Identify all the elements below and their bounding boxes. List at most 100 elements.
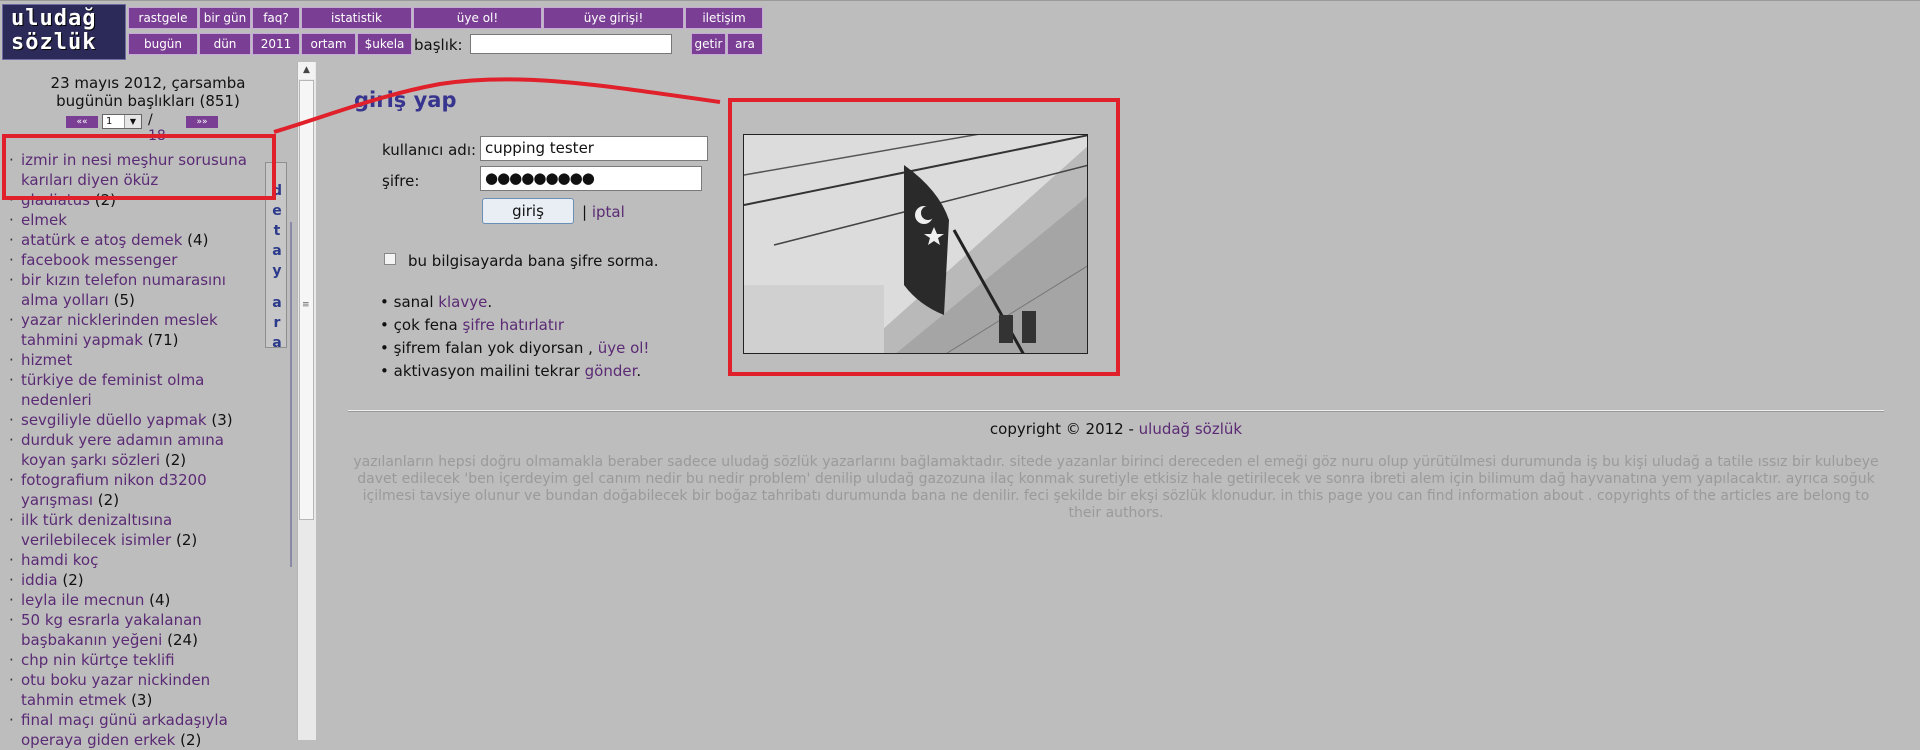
topic-list-item[interactable]: · fotografium nikon d3200 yarışması (2) [8, 470, 260, 510]
detay-letter: a [272, 243, 282, 259]
bullet-text: aktivasyon mailini tekrar [393, 362, 585, 380]
topic-count: (2) [180, 731, 202, 749]
topic-link[interactable]: chp nin kürtçe teklifi [21, 651, 175, 669]
bullet-text: çok fena [393, 316, 463, 334]
topic-link[interactable]: otu boku yazar nickinden tahmin etmek [21, 671, 210, 709]
bullet-icon: · [9, 551, 14, 569]
topic-list-item[interactable]: · yazar nicklerinden meslek tahmini yapma… [8, 310, 260, 350]
nav-faq[interactable]: faq? [252, 7, 300, 29]
topic-list-item[interactable]: · 50 kg esrarla yakalanan başbakanın yeğe… [8, 610, 260, 650]
password-input[interactable]: ●●●●●●●●● [480, 166, 702, 191]
topic-link[interactable]: facebook messenger [21, 251, 177, 269]
grip-icon: ≡ [302, 300, 310, 310]
username-input[interactable]: cupping tester [480, 136, 708, 161]
prev-page-button[interactable]: «« [66, 116, 98, 128]
topic-link[interactable]: türkiye de feminist olma nedenleri [21, 371, 204, 409]
topic-count: (3) [211, 411, 233, 429]
topic-list-item[interactable]: · final maçı günü arkadaşıyla operaya gid… [8, 710, 260, 750]
nav-ortam[interactable]: ortam [301, 33, 356, 55]
next-page-button[interactable]: »» [186, 116, 218, 128]
bullet-icon: · [9, 671, 14, 689]
ara-button[interactable]: ara [727, 33, 763, 55]
virtual-keyboard-link[interactable]: klavye [438, 293, 487, 311]
flag-photo-image [744, 135, 1087, 353]
ara-letter: r [273, 315, 281, 331]
topic-list-item[interactable]: · otu boku yazar nickinden tahmin etmek (… [8, 670, 260, 710]
topic-link[interactable]: yazar nicklerinden meslek tahmini yapmak [21, 311, 218, 349]
topic-link[interactable]: hizmet [21, 351, 72, 369]
bullet-icon: · [9, 271, 14, 289]
topic-list-item[interactable]: · hamdi koç [8, 550, 260, 570]
password-label: şifre: [382, 172, 420, 190]
bullet-icon: · [9, 151, 14, 169]
topic-link[interactable]: sevgiliyle düello yapmak [21, 411, 207, 429]
topic-list-item[interactable]: · iddia (2) [8, 570, 260, 590]
topic-link[interactable]: ilk türk denizaltısına verilebilecek isi… [21, 511, 172, 549]
bullet-icon: · [9, 191, 14, 209]
topic-list-item[interactable]: · durduk yere adamın amına koyan şarkı sö… [8, 430, 260, 470]
scroll-up-icon[interactable]: ▲ [298, 62, 315, 79]
page-of: / [148, 112, 153, 128]
topic-count: (2) [97, 491, 120, 509]
topic-link[interactable]: durduk yere adamın amına koyan şarkı söz… [21, 431, 224, 469]
topic-list: · izmir in nesi meşhur sorusuna karıları … [8, 150, 260, 750]
nav-rastgele[interactable]: rastgele [128, 7, 198, 29]
sidebar-headline-count: bugünün başlıkları (851) [56, 92, 240, 110]
topic-list-item[interactable]: · facebook messenger [8, 250, 260, 270]
topic-list-item[interactable]: · türkiye de feminist olma nedenleri [8, 370, 260, 410]
topic-link[interactable]: izmir in nesi meşhur sorusuna karıları d… [21, 151, 247, 189]
page-total-link[interactable]: 18 [148, 128, 166, 144]
topic-list-item[interactable]: · gladiatus (2) [8, 190, 260, 210]
baslik-label: başlık: [414, 36, 463, 54]
topic-list-item[interactable]: · atatürk e atoş demek (4) [8, 230, 260, 250]
site-logo[interactable]: uludağ sözlük [2, 4, 126, 60]
nav-bugun[interactable]: bugün [128, 33, 198, 55]
baslik-search-input[interactable] [470, 34, 672, 54]
login-button[interactable]: giriş [482, 198, 574, 224]
topic-link[interactable]: iddia [21, 571, 58, 589]
topic-link[interactable]: gladiatus [21, 191, 90, 209]
register-link[interactable]: üye ol! [598, 339, 650, 357]
topic-list-item[interactable]: · izmir in nesi meşhur sorusuna karıları … [8, 150, 260, 190]
topic-list-item[interactable]: · ilk türk denizaltısına verilebilecek is… [8, 510, 260, 550]
bullet-sifre: • çok fena şifre hatırlatır [380, 316, 564, 334]
cancel-link[interactable]: iptal [592, 203, 625, 221]
nav-uye-ol[interactable]: üye ol! [413, 7, 542, 29]
topic-link[interactable]: elmek [21, 211, 67, 229]
top-bar: uludağ sözlük rastgele bir gün faq? ista… [0, 0, 1920, 63]
topic-link[interactable]: leyla ile mecnun [21, 591, 144, 609]
bullet-icon: • [380, 316, 389, 334]
topic-link[interactable]: atatürk e atoş demek [21, 231, 182, 249]
copyright-text: copyright © 2012 - [989, 420, 1139, 438]
nav-istatistik[interactable]: istatistik [301, 7, 412, 29]
disclaimer: yazılanların hepsi doğru olmamakla berab… [353, 454, 1879, 521]
topic-list-item[interactable]: · leyla ile mecnun (4) [8, 590, 260, 610]
topic-list-item[interactable]: · hizmet [8, 350, 260, 370]
nav-uye-girisi[interactable]: üye girişi! [543, 7, 684, 29]
nav-iletisim[interactable]: iletişim [685, 7, 763, 29]
sidebar-scrollbar[interactable]: ▲ ≡ [297, 62, 316, 740]
nav-sukela[interactable]: $ukela [357, 33, 412, 55]
page-select[interactable]: 1 ▼ [102, 114, 142, 129]
topic-list-item[interactable]: · chp nin kürtçe teklifi [8, 650, 260, 670]
site-link[interactable]: uludağ sözlük [1139, 420, 1242, 438]
detay-letter: d [271, 183, 283, 199]
nav-2011[interactable]: 2011 [252, 33, 300, 55]
topic-list-item[interactable]: · sevgiliyle düello yapmak (3) [8, 410, 260, 430]
resend-activation-link[interactable]: gönder [585, 362, 637, 380]
bullet-klavye: • sanal klavye. [380, 293, 492, 311]
nav-dun[interactable]: dün [199, 33, 251, 55]
flag-photo [743, 134, 1088, 354]
remember-checkbox[interactable] [384, 253, 396, 265]
topic-list-item[interactable]: · bir kızın telefon numarasını alma yolla… [8, 270, 260, 310]
topic-link[interactable]: hamdi koç [21, 551, 98, 569]
detay-ara-tab[interactable]: d e t a y a r a [265, 162, 287, 351]
bullet-uye: • şifrem falan yok diyorsan , üye ol! [380, 339, 649, 357]
nav-bir-gun[interactable]: bir gün [199, 7, 251, 29]
main-content: giriş yap kullanıcı adı: cupping tester … [316, 62, 1920, 740]
password-reminder-link[interactable]: şifre hatırlatır [463, 316, 565, 334]
topic-count: (4) [149, 591, 171, 609]
getir-button[interactable]: getir [691, 33, 726, 55]
separator: | [582, 203, 588, 221]
topic-list-item[interactable]: · elmek [8, 210, 260, 230]
